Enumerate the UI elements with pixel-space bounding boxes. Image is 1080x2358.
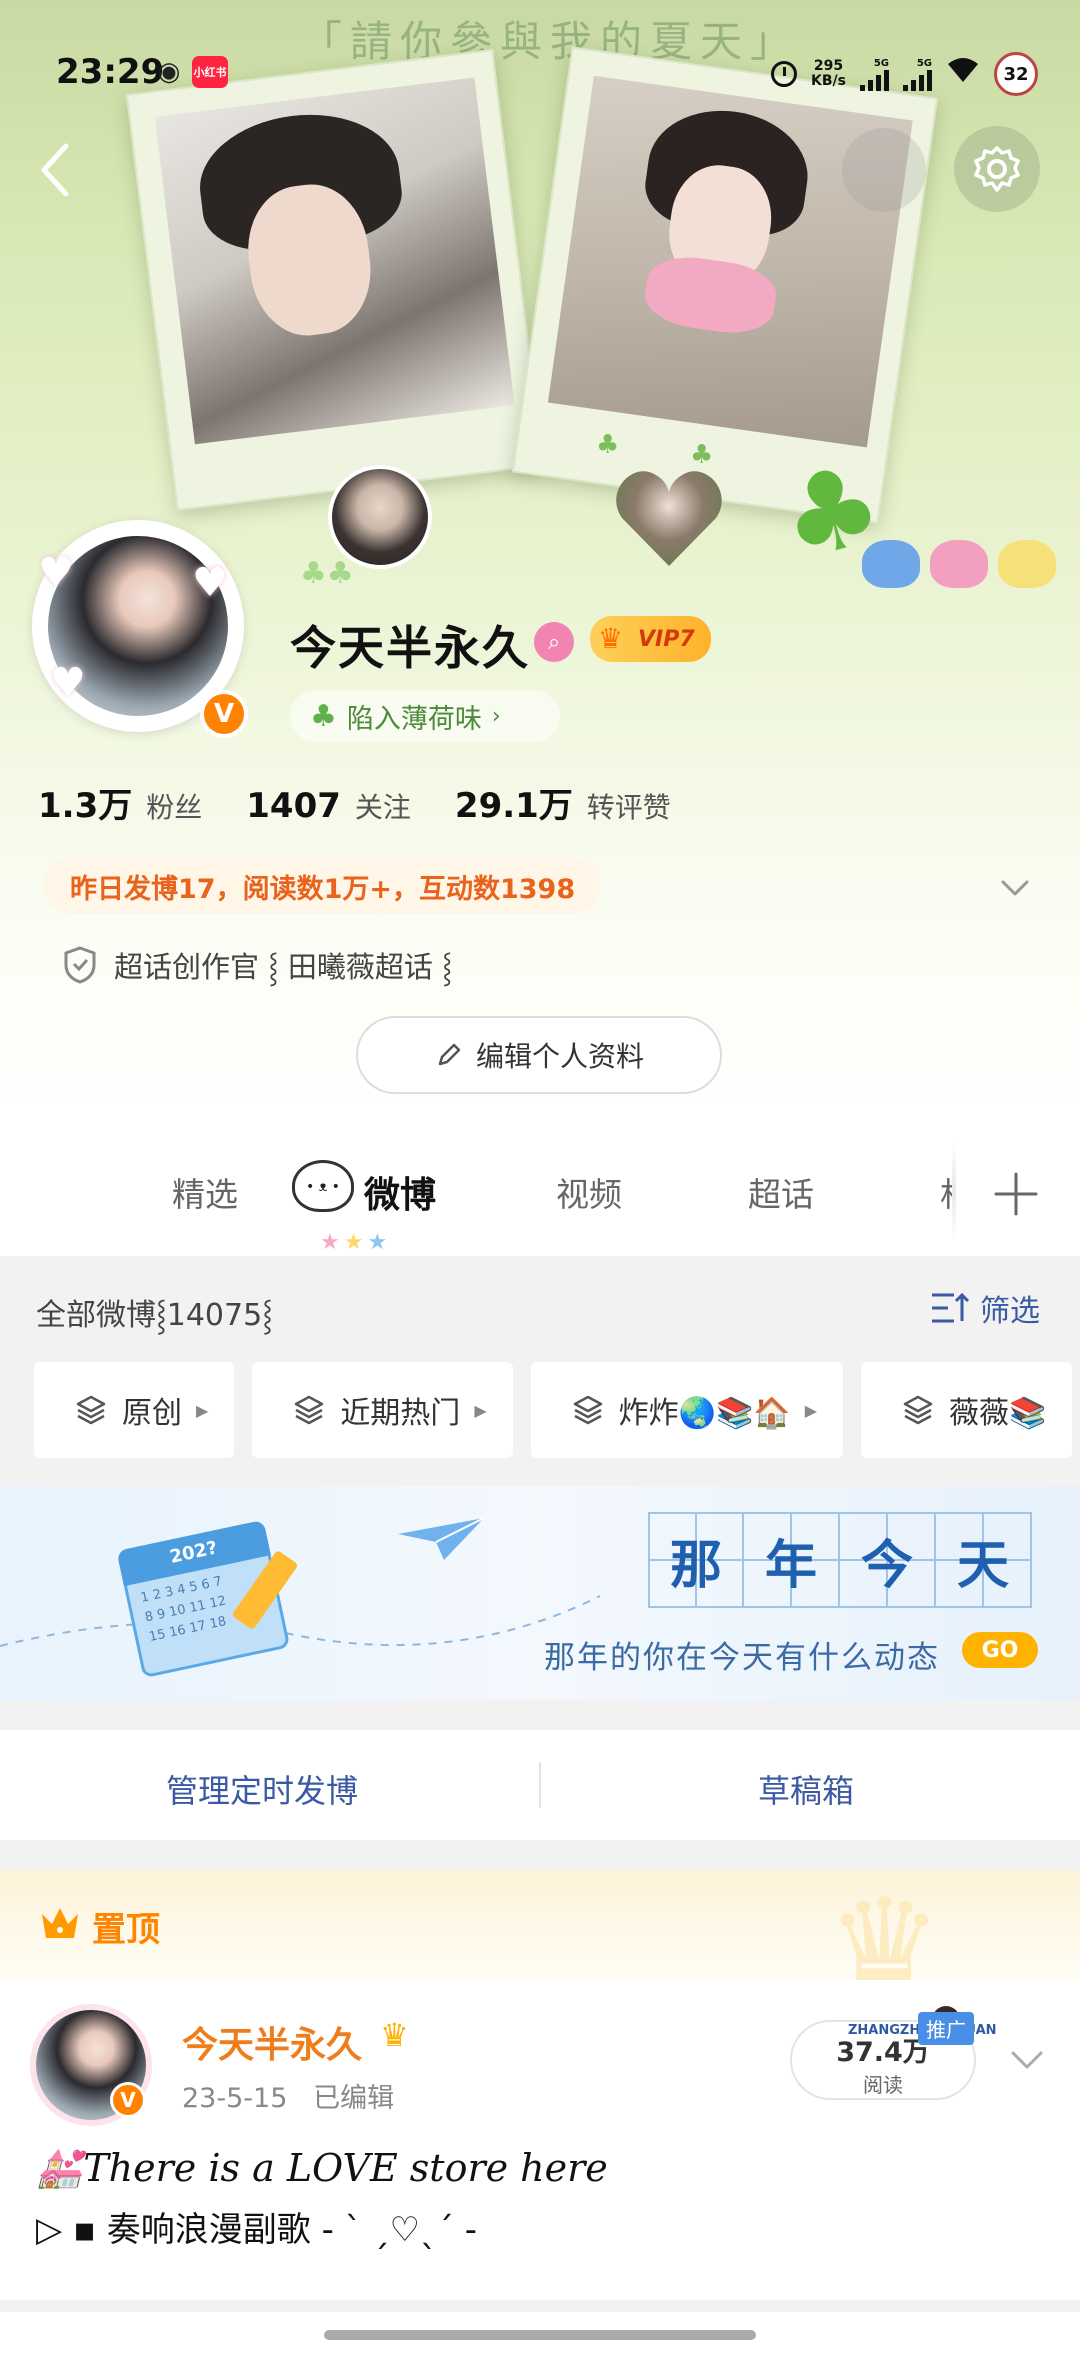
tab-weibo[interactable]: 微博 <box>364 1166 436 1218</box>
chip-recent-hot[interactable]: 近期热门 ▶ <box>252 1362 513 1458</box>
sort-filter-icon <box>932 1292 970 1323</box>
add-tab-button[interactable] <box>988 1166 1044 1222</box>
post-text-line: ▷ ▪ 奏响浪漫副歌 - ˋ ˏ♡ˎˊ - <box>36 2210 478 2250</box>
chip-collection-2[interactable]: 薇薇📚 <box>861 1362 1073 1458</box>
weibo-notification-icon: ◉ <box>157 57 181 87</box>
super-topic-row[interactable]: 超话创作官 ⸾ 田曦薇超话 ⸾ <box>62 944 452 986</box>
chevron-down-icon <box>1011 2051 1043 2069</box>
signal-icon: 5G <box>860 58 889 91</box>
crown-icon: ♛ <box>598 622 624 655</box>
heart-icon: ♥ <box>50 660 86 706</box>
section-divider <box>0 1840 1080 1870</box>
post-divider <box>0 2300 1080 2312</box>
vip-badge[interactable]: ♛ VIP7 <box>590 616 711 662</box>
expand-button[interactable] <box>1000 872 1030 902</box>
settings-button[interactable] <box>954 126 1040 212</box>
network-speed: 295 KB/s <box>811 58 846 89</box>
post-text-line: 💒There is a LOVE store here <box>36 2146 608 2190</box>
throwback-title: 那 年 今 天 <box>648 1512 1032 1608</box>
section-divider <box>0 1700 1080 1730</box>
heart-icon: ♥ <box>38 550 74 596</box>
cat-mascot-icon: • ᴥ • <box>292 1160 354 1212</box>
activity-summary[interactable]: 昨日发博17，阅读数1万+，互动数1398 <box>44 858 602 914</box>
chevron-left-icon <box>41 143 69 197</box>
more-button[interactable] <box>842 128 926 212</box>
paper-plane-icon <box>398 1517 485 1560</box>
chip-collection-1[interactable]: 炸炸🌏📚🏠 ▶ <box>530 1362 843 1458</box>
tab-divider <box>952 1140 956 1240</box>
all-posts-count: 全部微博⸾14075⸾ <box>36 1298 273 1333</box>
caret-right-icon: ▶ <box>474 1400 487 1420</box>
weibo-profile-page: 「請你參與我的夏天」 ♣ ♣ ♣♣ ♣ 23:29 ◉ 小红书 295 KB/s … <box>0 0 1080 2358</box>
drafts-button[interactable]: 草稿箱 <box>758 1766 854 1812</box>
pencil-icon <box>438 1043 461 1066</box>
throwback-subtitle: 那年的你在今天有什么动态 <box>544 1640 940 1676</box>
go-button[interactable]: GO <box>962 1632 1038 1668</box>
layers-icon <box>903 1395 933 1425</box>
search-badge-icon[interactable]: ⌕ <box>534 622 574 662</box>
wifi-icon <box>946 56 980 92</box>
plus-icon <box>994 1172 1038 1216</box>
post-author-name[interactable]: 今天半永久 <box>182 2016 362 2068</box>
blue-cat-sticker-icon <box>862 540 920 588</box>
mint-status-pill[interactable]: ♣ 陷入薄荷味 › <box>290 690 560 742</box>
scheduled-posts-button[interactable]: 管理定时发博 <box>166 1766 358 1812</box>
clover-decoration-icon: ♣ <box>596 430 620 460</box>
gear-icon <box>974 146 1020 192</box>
caret-right-icon: ▶ <box>804 1400 817 1420</box>
edit-profile-button[interactable]: 编辑个人资料 <box>356 1016 722 1094</box>
status-time: 23:29 <box>56 52 165 92</box>
stat-following[interactable]: 1407 关注 <box>246 786 411 826</box>
chevron-down-icon <box>1001 880 1029 896</box>
alarm-icon <box>771 61 798 87</box>
post-meta: 23-5-15 已编辑 <box>182 2083 395 2114</box>
shield-icon <box>64 946 96 984</box>
chip-original[interactable]: 原创 ▶ <box>34 1362 235 1458</box>
profile-stats: 1.3万 粉丝 1407 关注 29.1万 转评赞 <box>38 778 671 827</box>
decoration-avatar <box>328 465 432 569</box>
rednote-notification-icon: 小红书 <box>192 56 228 88</box>
promo-tag[interactable]: 推广 <box>918 2012 974 2045</box>
tab-videos[interactable]: 视频 <box>556 1168 622 1216</box>
clover-icon: ♣ <box>310 698 337 734</box>
stat-followers[interactable]: 1.3万 粉丝 <box>38 778 202 827</box>
manage-row: 管理定时发博 草稿箱 <box>0 1730 1080 1840</box>
tab-super-topics[interactable]: 超话 <box>748 1168 814 1216</box>
verified-badge-icon: V <box>110 2082 146 2118</box>
status-bar: 23:29 ◉ 小红书 295 KB/s 5G 5G 32 <box>0 0 1080 150</box>
home-indicator[interactable] <box>324 2330 756 2340</box>
throwback-banner[interactable]: 202? 1 2 3 4 5 6 78 9 10 11 12 15 16 17 1… <box>0 1486 1080 1700</box>
layers-icon <box>573 1395 602 1425</box>
layers-icon <box>76 1395 106 1425</box>
layers-icon <box>295 1395 324 1425</box>
filter-chips: 原创 ▶ 近期热门 ▶ 炸炸🌏📚🏠 ▶ 薇薇📚 <box>34 1362 1073 1458</box>
verified-badge-icon: V <box>200 690 248 738</box>
feed-filter-area: 全部微博⸾14075⸾ 筛选 原创 ▶ 近期热门 ▶ 炸炸🌏📚🏠 ▶ 薇薇📚 <box>0 1256 1080 1486</box>
filter-button[interactable]: 筛选 <box>930 1286 1040 1330</box>
heart-icon: ♥ <box>192 560 228 606</box>
profile-tabs: 精选 微博 视频 超话 相 <box>0 1140 1080 1250</box>
signal-icon: 5G <box>903 58 932 91</box>
clover-decoration-icon: ♣♣ <box>300 556 354 591</box>
crown-icon: ♛ <box>380 2016 409 2054</box>
calendar-icon: 202? 1 2 3 4 5 6 78 9 10 11 12 15 16 17 1… <box>113 1500 313 1692</box>
yellow-sticker-icon <box>998 540 1056 588</box>
chevron-right-icon: › <box>491 703 501 729</box>
profile-name: 今天半永久 <box>290 621 530 675</box>
caret-right-icon: ▶ <box>196 1400 209 1420</box>
clover-decoration-icon: ♣ <box>690 440 714 470</box>
stars-decoration: ★ ★ ★ <box>320 1230 388 1255</box>
battery-indicator: 32 <box>994 52 1038 96</box>
pinned-post[interactable]: V 今天半永久 ♛ 23-5-15 已编辑 37.4万 阅读 ZHANGZHE … <box>0 1980 1080 2310</box>
svg-text:ZHANGZHE: ZHANGZHE <box>848 2023 929 2038</box>
post-more-button[interactable] <box>1010 2044 1044 2074</box>
crown-pin-icon <box>42 1908 78 1938</box>
pink-cat-sticker-icon <box>930 540 988 588</box>
back-button[interactable] <box>34 140 78 200</box>
tab-featured[interactable]: 精选 <box>172 1168 238 1216</box>
stat-interactions[interactable]: 29.1万 转评赞 <box>455 778 671 827</box>
